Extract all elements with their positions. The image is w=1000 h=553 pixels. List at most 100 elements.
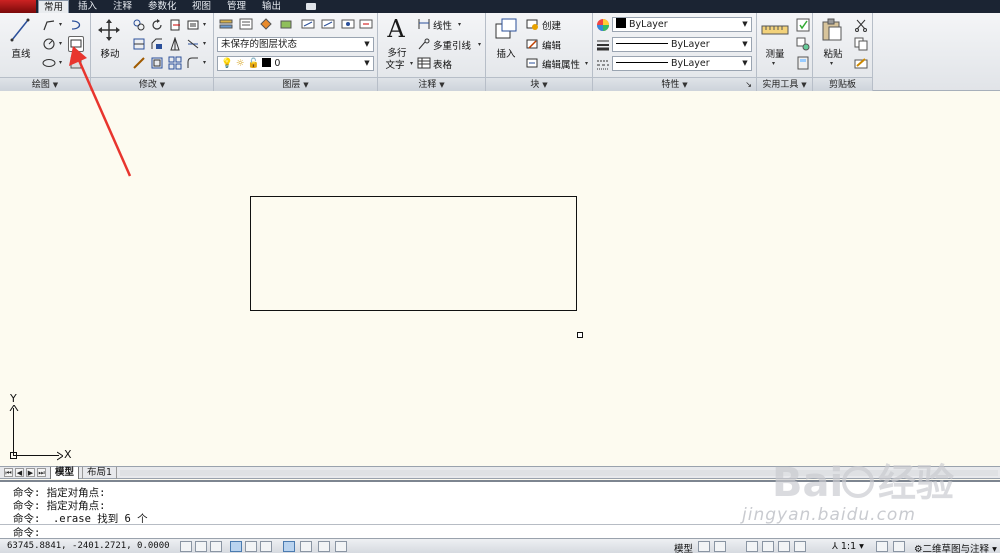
layer-isolate-icon[interactable] <box>258 16 274 32</box>
steering-wheel-icon[interactable] <box>778 541 790 552</box>
cut-icon[interactable] <box>853 17 869 33</box>
color-dropdown[interactable]: ByLayer ▼ <box>612 17 752 32</box>
layer-walk-icon[interactable] <box>340 16 356 32</box>
layer-properties-icon[interactable] <box>218 16 234 32</box>
chamfer-icon[interactable] <box>185 55 201 71</box>
polar-tracking-icon[interactable] <box>245 541 257 552</box>
drawing-canvas[interactable]: Y X <box>0 92 1000 466</box>
linetype-icon[interactable] <box>595 56 611 72</box>
measure-dropdown-icon[interactable]: ▾ <box>772 60 775 67</box>
tab-parametric[interactable]: 参数化 <box>143 0 182 13</box>
line-button-label[interactable]: 直线 <box>5 46 37 60</box>
multileader-dropdown-icon[interactable]: ▾ <box>478 41 481 48</box>
measure-label[interactable]: 测量 <box>759 46 791 60</box>
circle-dropdown-icon[interactable]: ▾ <box>59 40 62 47</box>
trim-icon[interactable] <box>167 17 183 33</box>
last-layout-icon[interactable]: ⏭ <box>37 468 46 477</box>
edit-attribute-icon[interactable] <box>524 55 540 71</box>
first-layout-icon[interactable]: ⏮ <box>4 468 13 477</box>
horizontal-scrollbar[interactable] <box>120 470 998 476</box>
lineweight-dropdown[interactable]: ByLayer ▼ <box>612 37 752 52</box>
zoom-icon[interactable] <box>762 541 774 552</box>
stretch-icon[interactable] <box>167 36 183 52</box>
layer-state-icon[interactable] <box>238 16 254 32</box>
edit-attribute-label[interactable]: 编辑属性 <box>542 57 580 71</box>
mtext-dropdown-icon[interactable]: ▾ <box>410 60 413 67</box>
insert-block-icon[interactable] <box>494 17 518 41</box>
move-button-label[interactable]: 移动 <box>94 46 126 60</box>
tab-layout1[interactable]: 布局1 <box>82 467 118 479</box>
dynamic-ucs-icon[interactable] <box>300 541 312 552</box>
erase-icon[interactable] <box>185 17 201 33</box>
mtext-label-line2[interactable]: 文字 <box>380 57 410 71</box>
measure-icon[interactable] <box>761 19 789 41</box>
application-menu-button[interactable] <box>0 0 36 13</box>
workspace-switch[interactable]: ⚙二维草图与注释 ▾ <box>914 541 997 553</box>
quick-view-icon[interactable] <box>714 541 726 552</box>
layer-off-icon[interactable] <box>278 16 294 32</box>
panel-draw-title[interactable]: 绘图 ▼ <box>0 77 90 91</box>
select-similar-icon[interactable] <box>795 36 811 52</box>
move-icon[interactable] <box>97 16 121 44</box>
paste-label[interactable]: 粘贴 <box>816 46 850 60</box>
tab-annotate[interactable]: 注释 <box>108 0 137 13</box>
arc-icon[interactable] <box>68 17 84 33</box>
edit-attribute-dropdown-icon[interactable]: ▾ <box>585 60 588 67</box>
dialog-launcher-icon[interactable]: ↘ <box>745 78 752 92</box>
fillet-icon[interactable] <box>149 36 165 52</box>
tab-view[interactable]: 视图 <box>187 0 216 13</box>
tab-home[interactable]: 常用 <box>38 0 70 13</box>
panel-utilities-title[interactable]: 实用工具 ▼ <box>757 77 812 91</box>
table-label[interactable]: 表格 <box>433 57 452 71</box>
line-icon[interactable] <box>9 16 31 44</box>
tab-manage[interactable]: 管理 <box>222 0 251 13</box>
cursor-coordinates[interactable]: 63745.8841, -2401.2721, 0.0000 <box>7 541 170 551</box>
layer-merge-icon[interactable] <box>358 16 374 32</box>
sun-freeze-icon[interactable]: ☼ <box>236 58 245 69</box>
lightbulb-icon[interactable]: 💡 <box>221 58 233 69</box>
selection-grip[interactable] <box>577 332 583 338</box>
layer-match-icon[interactable] <box>300 16 316 32</box>
ellipse-dropdown-icon[interactable]: ▾ <box>59 59 62 66</box>
pan-icon[interactable] <box>746 541 758 552</box>
infer-constraints-icon[interactable] <box>180 541 192 552</box>
minimize-ribbon-icon[interactable] <box>306 3 316 10</box>
quick-select-icon[interactable] <box>795 17 811 33</box>
mirror-icon[interactable] <box>131 36 147 52</box>
current-layer-dropdown[interactable]: 💡 ☼ 🔓 0 ▼ <box>217 56 374 71</box>
edit-block-label[interactable]: 编辑 <box>542 38 561 52</box>
tab-insert[interactable]: 插入 <box>73 0 102 13</box>
copy-clip-icon[interactable] <box>853 36 869 52</box>
ellipse-icon[interactable] <box>41 55 57 71</box>
annotation-visibility-icon[interactable] <box>876 541 888 552</box>
panel-layers-title[interactable]: 图层 ▼ <box>214 77 377 91</box>
annotation-scale[interactable]: ⅄ 1:1 ▾ <box>832 541 864 552</box>
multiline-text-icon[interactable]: A <box>386 15 406 43</box>
linetype-dropdown[interactable]: ByLayer ▼ <box>612 56 752 71</box>
panel-annotation-title[interactable]: 注释 ▼ <box>378 77 485 91</box>
multileader-label[interactable]: 多重引线 <box>433 38 471 52</box>
color-wheel-icon[interactable] <box>595 17 611 33</box>
prev-layout-icon[interactable]: ◀ <box>15 468 24 477</box>
dynamic-input-icon[interactable] <box>318 541 330 552</box>
polyline-icon[interactable] <box>41 17 57 33</box>
array-dropdown-icon[interactable]: ▾ <box>203 40 206 47</box>
polyline-dropdown-icon[interactable]: ▾ <box>59 21 62 28</box>
chamfer-dropdown-icon[interactable]: ▾ <box>203 59 206 66</box>
copy-object-icon[interactable] <box>131 17 147 33</box>
circle-icon[interactable] <box>41 36 57 52</box>
rectangle-icon[interactable] <box>68 36 84 52</box>
tab-output[interactable]: 输出 <box>257 0 286 13</box>
grid-array-icon[interactable] <box>167 55 183 71</box>
offset-icon[interactable] <box>149 55 165 71</box>
panel-block-title[interactable]: 块 ▼ <box>486 77 592 91</box>
multileader-icon[interactable] <box>416 36 432 52</box>
rotate-icon[interactable] <box>149 17 165 33</box>
erase-dropdown-icon[interactable]: ▾ <box>203 21 206 28</box>
linear-dimension-label[interactable]: 线性 <box>433 18 452 32</box>
lock-icon[interactable]: 🔓 <box>247 58 259 69</box>
table-icon[interactable] <box>416 55 432 71</box>
panel-modify-title[interactable]: 修改 ▼ <box>91 77 213 91</box>
object-snap-icon[interactable] <box>260 541 272 552</box>
linear-dimension-icon[interactable] <box>416 16 432 32</box>
